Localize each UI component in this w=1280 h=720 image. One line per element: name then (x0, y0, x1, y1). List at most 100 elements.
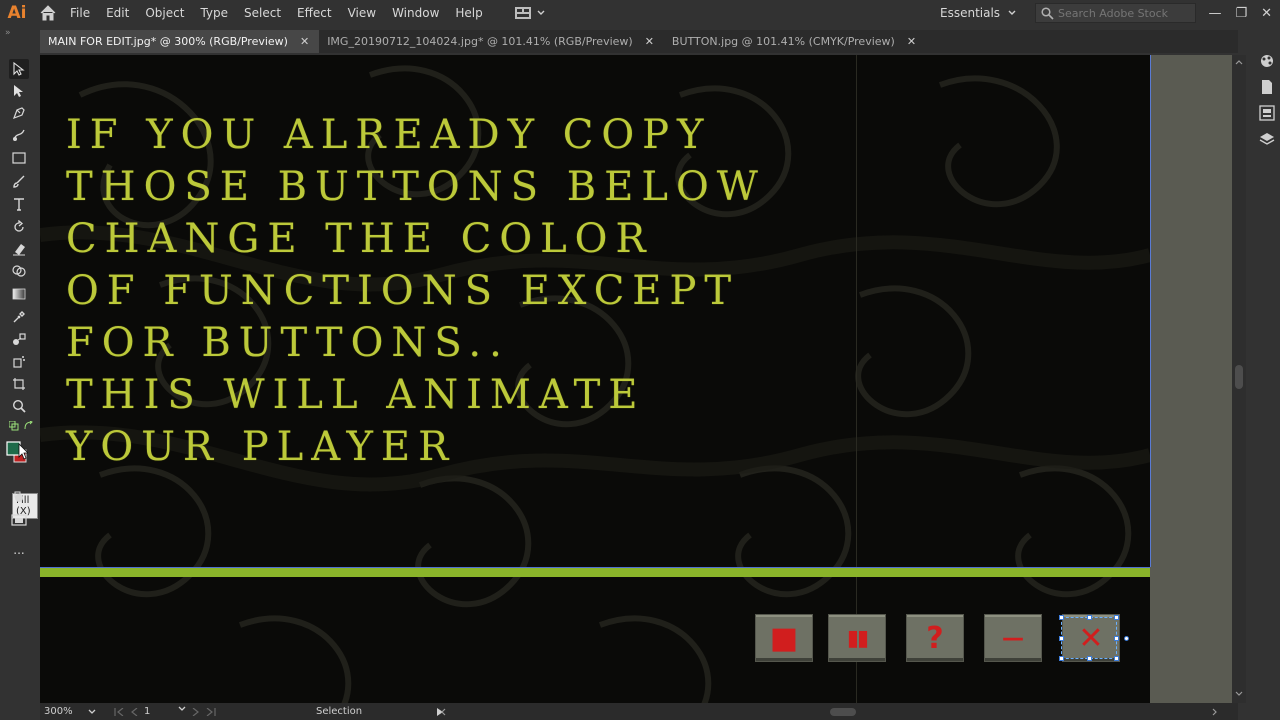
first-artboard-icon[interactable] (114, 707, 124, 716)
menu-select[interactable]: Select (236, 0, 289, 26)
tab-label: IMG_20190712_104024.jpg* @ 101.41% (RGB/… (327, 35, 633, 48)
stock-search-box[interactable] (1035, 3, 1196, 23)
chevron-down-icon (178, 706, 186, 711)
scroll-right-icon[interactable] (1212, 708, 1218, 716)
minimize-button-art[interactable]: — (984, 614, 1042, 662)
menu-edit[interactable]: Edit (98, 0, 137, 26)
resize-handle[interactable] (1114, 656, 1119, 661)
minimize-window-button[interactable]: — (1208, 6, 1221, 21)
close-window-button[interactable]: ✕ (1261, 6, 1272, 21)
zoom-level-field[interactable]: 300% (40, 706, 100, 717)
menu-help[interactable]: Help (447, 0, 490, 26)
resize-handle[interactable] (1087, 656, 1092, 661)
gradient-tool-icon[interactable] (9, 284, 29, 304)
search-icon (1041, 6, 1054, 20)
artboard-number: 1 (144, 706, 151, 717)
headline-line: FOR BUTTONS.. (66, 320, 510, 366)
headline-line: THOSE BUTTONS BELOW (66, 164, 766, 210)
vertical-scrollbar[interactable] (1232, 55, 1246, 703)
tab-label: BUTTON.jpg @ 101.41% (CMYK/Preview) (671, 35, 895, 48)
close-tab-icon[interactable]: ✕ (300, 35, 309, 48)
resize-handle[interactable] (1059, 636, 1064, 641)
headline-line: THIS WILL ANIMATE (66, 372, 646, 418)
green-divider-bar[interactable] (40, 567, 1150, 577)
resize-handle[interactable] (1114, 615, 1119, 620)
chevron-down-icon (88, 709, 96, 714)
tab-main-for-edit[interactable]: MAIN FOR EDIT.jpg* @ 300% (RGB/Preview) … (40, 30, 320, 53)
artboard-number-field[interactable]: 1 (144, 706, 186, 717)
screen-mode-icon[interactable] (9, 510, 29, 530)
help-button-art[interactable]: ? (906, 614, 964, 662)
home-icon[interactable] (34, 0, 62, 26)
stop-button-art[interactable]: ■ (755, 614, 813, 662)
resize-handle[interactable] (1059, 615, 1064, 620)
vertical-scroll-thumb[interactable] (1235, 365, 1243, 389)
menu-object[interactable]: Object (137, 0, 192, 26)
canvas-area[interactable]: IF YOU ALREADY COPY THOSE BUTTONS BELOW CH… (40, 55, 1232, 703)
menu-file[interactable]: File (62, 0, 98, 26)
shape-builder-tool-icon[interactable] (9, 261, 29, 281)
collapse-toolbar-button[interactable]: » (5, 28, 11, 38)
menu-view[interactable]: View (340, 0, 384, 26)
status-bar: 300% 1 Selection (40, 703, 1238, 720)
resize-handle[interactable] (1114, 636, 1119, 641)
zoom-tool-icon[interactable] (9, 396, 29, 416)
tab-img[interactable]: IMG_20190712_104024.jpg* @ 101.41% (RGB/… (319, 30, 664, 53)
paintbrush-tool-icon[interactable] (9, 171, 29, 191)
symbol-sprayer-tool-icon[interactable] (9, 351, 29, 371)
libraries-panel-icon[interactable] (1258, 104, 1276, 122)
horizontal-scrollbar[interactable] (440, 708, 1220, 716)
menu-type[interactable]: Type (192, 0, 236, 26)
headline-line: YOUR PLAYER (66, 424, 457, 470)
properties-panel-icon[interactable] (1258, 78, 1276, 96)
layers-panel-icon[interactable] (1258, 130, 1276, 148)
scroll-up-icon[interactable] (1235, 59, 1243, 65)
drawing-mode-icon[interactable] (9, 487, 29, 507)
menu-window[interactable]: Window (384, 0, 447, 26)
restore-window-button[interactable]: ❐ (1235, 6, 1247, 21)
arrange-documents-button[interactable] (514, 7, 545, 19)
close-tab-icon[interactable]: ✕ (645, 35, 654, 48)
minus-icon: — (1002, 625, 1024, 651)
rectangle-tool-icon[interactable] (9, 148, 29, 168)
fill-swatch[interactable] (6, 440, 28, 464)
scroll-down-icon[interactable] (1235, 691, 1243, 697)
scroll-left-icon[interactable] (440, 708, 446, 716)
stop-icon: ■ (769, 620, 799, 656)
question-icon: ? (926, 620, 944, 656)
direct-selection-tool-icon[interactable] (9, 81, 29, 101)
menu-effect[interactable]: Effect (289, 0, 340, 26)
selection-tool-icon[interactable] (9, 59, 29, 79)
eraser-tool-icon[interactable] (9, 239, 29, 259)
selection-bounding-box[interactable] (1059, 615, 1129, 661)
horizontal-scroll-thumb[interactable] (830, 708, 856, 716)
color-panel-icon[interactable] (1258, 52, 1276, 70)
pause-button-art[interactable]: ▮▮ (828, 614, 886, 662)
last-artboard-icon[interactable] (206, 707, 216, 716)
stock-search-input[interactable] (1058, 6, 1188, 20)
artboard[interactable]: IF YOU ALREADY COPY THOSE BUTTONS BELOW CH… (40, 55, 1150, 703)
rotate-tool-icon[interactable] (9, 217, 29, 237)
edit-toolbar-button[interactable]: ... (9, 540, 29, 560)
pen-tool-icon[interactable] (9, 103, 29, 123)
eyedropper-tool-icon[interactable] (9, 307, 29, 327)
rotate-handle[interactable] (1124, 636, 1129, 641)
previous-artboard-icon[interactable] (130, 707, 138, 716)
workspace-switcher[interactable]: Essentials (940, 0, 1016, 26)
blend-tool-icon[interactable] (9, 329, 29, 349)
document-tabs: MAIN FOR EDIT.jpg* @ 300% (RGB/Preview) … (40, 30, 1238, 53)
resize-handle[interactable] (1059, 656, 1064, 661)
grid-layout-icon (514, 7, 531, 19)
next-artboard-icon[interactable] (192, 707, 200, 716)
headline-line: OF FUNCTIONS EXCEPT (66, 268, 740, 314)
tools-panel: » Fill (X) ... (0, 28, 38, 708)
swap-colors-icon[interactable] (24, 421, 34, 431)
resize-handle[interactable] (1087, 615, 1092, 620)
default-colors-icon[interactable] (9, 421, 19, 431)
artboard-tool-icon[interactable] (9, 374, 29, 394)
tab-button[interactable]: BUTTON.jpg @ 101.41% (CMYK/Preview) ✕ (664, 30, 926, 53)
type-tool-icon[interactable] (9, 194, 29, 214)
close-tab-icon[interactable]: ✕ (907, 35, 916, 48)
curvature-tool-icon[interactable] (9, 125, 29, 145)
headline-text[interactable]: IF YOU ALREADY COPY THOSE BUTTONS BELOW CH… (66, 109, 766, 473)
